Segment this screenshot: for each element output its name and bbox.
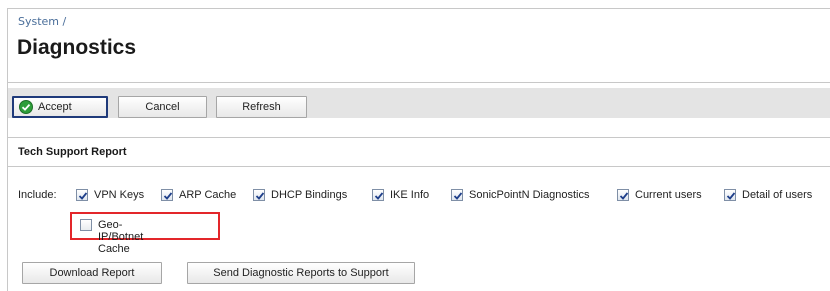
divider xyxy=(8,82,830,83)
checkmark-icon xyxy=(619,192,629,200)
refresh-button[interactable]: Refresh xyxy=(216,96,307,118)
option-label: DHCP Bindings xyxy=(271,189,348,201)
section-title: Tech Support Report xyxy=(18,146,127,158)
option-label: Detail of users xyxy=(742,189,813,201)
accept-label: Accept xyxy=(38,101,72,113)
detail-of-users-checkbox[interactable] xyxy=(724,189,736,201)
dhcp-bindings-checkbox[interactable] xyxy=(253,189,265,201)
send-diagnostic-reports-button[interactable]: Send Diagnostic Reports to Support xyxy=(187,262,415,284)
option-label: IKE Info xyxy=(390,189,430,201)
accept-button[interactable]: Accept xyxy=(12,96,108,118)
page-title: Diagnostics xyxy=(17,36,137,59)
checkmark-icon xyxy=(374,192,384,200)
include-label: Include: xyxy=(18,189,57,201)
cancel-button[interactable]: Cancel xyxy=(118,96,207,118)
checkmark-icon xyxy=(163,192,173,200)
option-label: ARP Cache xyxy=(179,189,237,201)
breadcrumb[interactable]: System / xyxy=(18,15,66,28)
checkmark-icon xyxy=(78,192,88,200)
option-label: Geo-IP/Botnet Cache xyxy=(98,219,144,255)
sonicpointn-diagnostics-checkbox[interactable] xyxy=(451,189,463,201)
option-label: VPN Keys xyxy=(94,189,145,201)
checkmark-icon xyxy=(453,192,463,200)
checkmark-icon xyxy=(726,192,736,200)
vpn-keys-checkbox[interactable] xyxy=(76,189,88,201)
download-report-button[interactable]: Download Report xyxy=(22,262,162,284)
checkmark-icon xyxy=(255,192,265,200)
option-label: SonicPointN Diagnostics xyxy=(469,189,590,201)
current-users-checkbox[interactable] xyxy=(617,189,629,201)
divider xyxy=(8,137,830,138)
highlight-box xyxy=(70,212,220,240)
check-circle-icon xyxy=(19,100,33,114)
arp-cache-checkbox[interactable] xyxy=(161,189,173,201)
option-label: Current users xyxy=(635,189,702,201)
divider xyxy=(8,166,830,167)
ike-info-checkbox[interactable] xyxy=(372,189,384,201)
geo-ip-botnet-cache-checkbox[interactable] xyxy=(80,219,92,231)
